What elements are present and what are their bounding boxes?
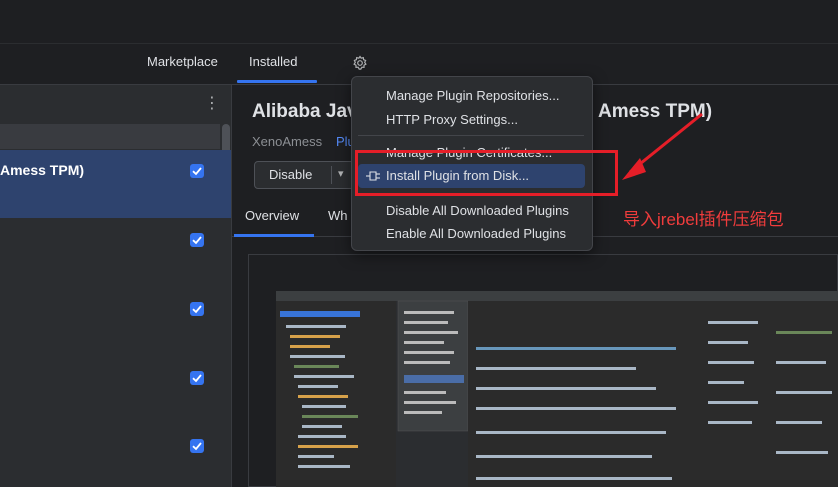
annotation-note: 导入jrebel插件压缩包: [623, 210, 784, 229]
more-options-icon[interactable]: ⋮: [204, 96, 220, 112]
plugin-vendor: XenoAmess: [252, 134, 323, 149]
tab-marketplace[interactable]: Marketplace: [147, 54, 218, 69]
menu-item-disable-all-downloaded[interactable]: Disable All Downloaded Plugins: [386, 203, 569, 218]
plugin-enabled-checkbox[interactable]: [190, 164, 204, 178]
menu-item-manage-repositories[interactable]: Manage Plugin Repositories...: [386, 88, 559, 103]
annotation-arrow-icon: [618, 110, 708, 190]
menu-item-enable-all-downloaded[interactable]: Enable All Downloaded Plugins: [386, 226, 566, 241]
list-group-header: [0, 124, 220, 149]
tab-installed[interactable]: Installed: [249, 54, 297, 69]
gear-icon[interactable]: [352, 55, 368, 71]
window-top-strip: [0, 0, 838, 44]
plugin-enabled-checkbox[interactable]: [190, 371, 204, 385]
tab-overview-underline: [234, 234, 314, 237]
tab-installed-underline: [237, 80, 317, 83]
plugin-enabled-checkbox[interactable]: [190, 233, 204, 247]
annotation-highlight-box: [355, 150, 618, 196]
menu-separator: [358, 135, 584, 136]
selected-plugin-row[interactable]: [0, 150, 231, 218]
screenshot-illustration: [276, 291, 838, 487]
tab-whats-new[interactable]: Wh: [328, 208, 348, 223]
plugin-enabled-checkbox[interactable]: [190, 439, 204, 453]
tab-overview[interactable]: Overview: [245, 208, 299, 223]
selected-plugin-title: Amess TPM): [0, 162, 85, 178]
chevron-down-icon[interactable]: ▾: [338, 167, 344, 180]
disable-button-label: Disable: [269, 167, 313, 182]
menu-item-http-proxy[interactable]: HTTP Proxy Settings...: [386, 112, 518, 127]
disable-button-separator: [331, 166, 332, 184]
plugin-title: Alibaba Jav: [252, 101, 358, 122]
plugin-screenshot: [276, 291, 838, 487]
plugin-enabled-checkbox[interactable]: [190, 302, 204, 316]
